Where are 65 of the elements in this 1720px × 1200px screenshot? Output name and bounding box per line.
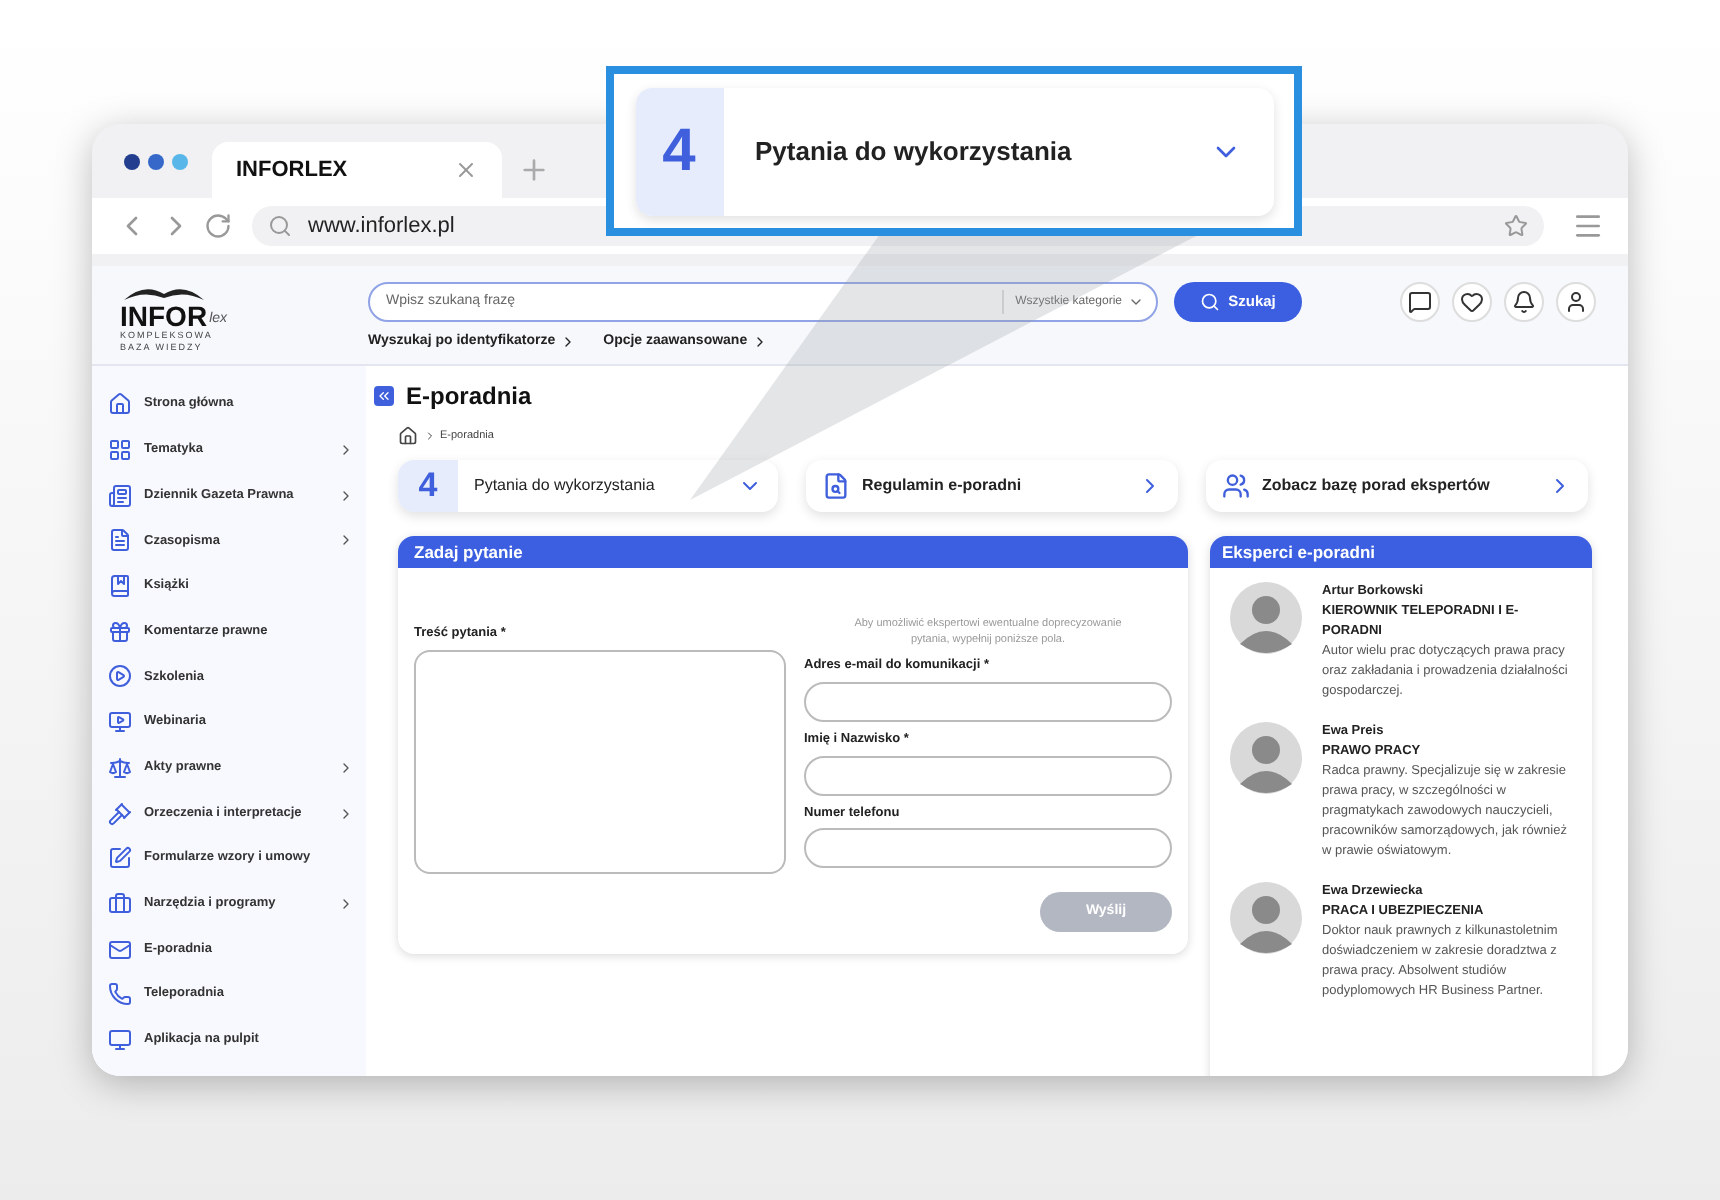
phone-icon (108, 982, 132, 1007)
collapse-button[interactable] (374, 386, 394, 406)
home-icon[interactable] (398, 426, 418, 446)
panel-title: Zadaj pytanie (414, 539, 523, 565)
user-icon (1564, 290, 1588, 314)
url-text: www.inforlex.pl (308, 211, 457, 242)
grid-icon (108, 438, 132, 463)
gift-icon (108, 619, 132, 644)
bell-button[interactable] (1504, 282, 1544, 322)
input-field[interactable] (804, 681, 1172, 722)
chevron-right-icon (338, 532, 354, 549)
star-icon[interactable] (1504, 214, 1528, 238)
avatar (1230, 582, 1302, 654)
browser-tab[interactable]: INFORLEX (212, 142, 502, 198)
link-card[interactable]: Regulamin e-poradni (806, 460, 1178, 512)
heart-icon (1460, 290, 1484, 314)
reload-icon[interactable] (204, 212, 232, 240)
home-icon (108, 392, 132, 417)
chevron-down-icon (1128, 294, 1144, 310)
chat-button[interactable] (1400, 282, 1440, 322)
chevron-right-icon (338, 487, 354, 504)
input-field[interactable] (804, 755, 1172, 795)
chevron-right-icon (338, 759, 354, 776)
monitor-icon (108, 1027, 132, 1052)
question-textarea[interactable] (414, 649, 786, 874)
monitor-play-icon (108, 710, 132, 735)
search-icon (1200, 292, 1221, 312)
chat-icon (1408, 290, 1432, 314)
scale-icon (108, 755, 132, 780)
menu-icon[interactable] (1572, 210, 1604, 242)
users-icon (1222, 472, 1250, 500)
number-badge: 4 (398, 460, 458, 512)
avatar (1230, 882, 1302, 954)
newspaper-icon (108, 483, 132, 508)
account-button[interactable] (1556, 282, 1596, 322)
new-tab-icon[interactable] (518, 154, 550, 186)
gavel-icon (108, 801, 132, 826)
book-icon (108, 574, 132, 599)
close-icon[interactable] (454, 158, 478, 182)
chevron-right-icon (424, 430, 436, 442)
chevron-right-icon (338, 895, 354, 912)
input-field[interactable] (804, 828, 1172, 869)
briefcase-icon (108, 891, 132, 916)
document-icon (108, 528, 132, 553)
chevron-right-icon (338, 805, 354, 822)
search-icon (268, 214, 292, 238)
dropdown-card[interactable]: 4 Pytania do wykorzystania (635, 87, 1273, 215)
chevron-right-icon (338, 442, 354, 459)
dropdown-label: Pytania do wykorzystania (753, 133, 1074, 170)
avatar (1230, 722, 1302, 794)
link-card[interactable]: Zobacz bazę porad ekspertów (1206, 460, 1588, 512)
dropdown-label: Pytania do wykorzystania (472, 474, 657, 498)
mail-icon (108, 937, 132, 962)
bell-icon (1512, 290, 1536, 314)
edit-icon (108, 846, 132, 871)
tab-title: INFORLEX (236, 155, 350, 186)
number-badge: 4 (635, 87, 723, 215)
logo-name: INFOR (120, 302, 208, 330)
play-icon (108, 664, 132, 689)
double-chevron-left-icon (376, 388, 392, 404)
dropdown-card[interactable]: 4 Pytania do wykorzystania (398, 460, 778, 512)
heart-button[interactable] (1452, 282, 1492, 322)
panel-title: Eksperci e-poradni (1222, 539, 1376, 565)
document-search-icon (822, 472, 850, 500)
page-title: E-poradnia (406, 380, 532, 414)
